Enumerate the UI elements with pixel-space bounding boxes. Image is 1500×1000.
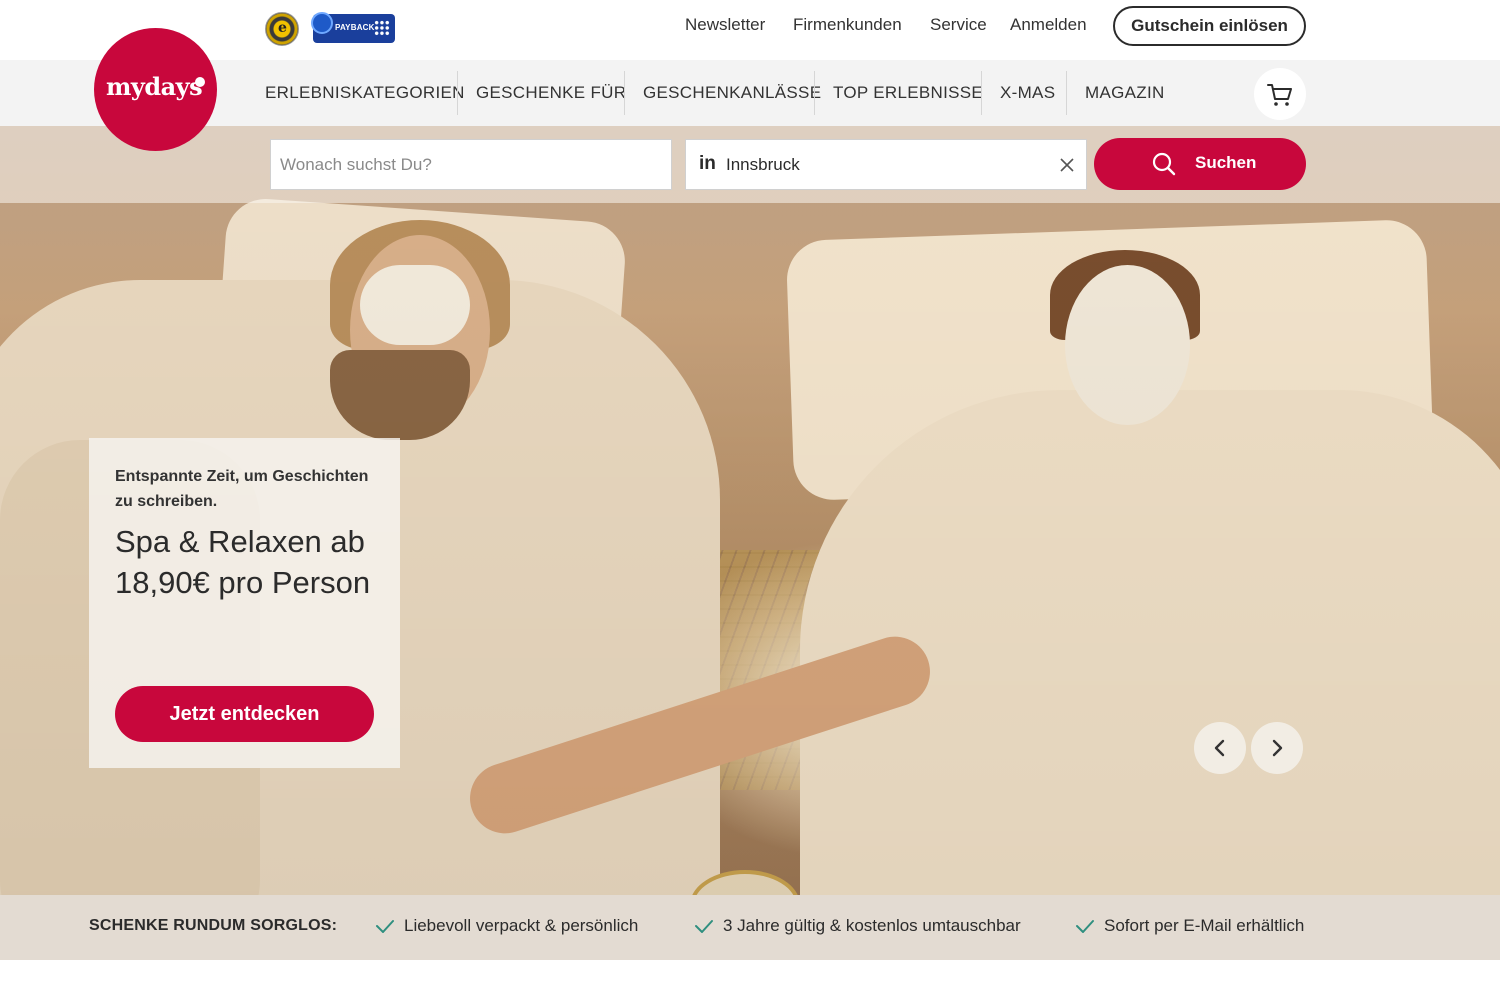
promo-headline: Spa & Relaxen ab 18,90€ pro Person: [115, 524, 371, 600]
payback-dots-icon: [374, 20, 390, 36]
nav-item-geschenkanlaesse[interactable]: GESCHENKANLÄSSE: [643, 60, 821, 126]
chevron-right-icon: [1272, 739, 1283, 757]
check-icon: [1076, 920, 1094, 933]
usp-item-label: Sofort per E-Mail erhältlich: [1104, 916, 1305, 935]
discover-now-button[interactable]: Jetzt entdecken: [115, 686, 374, 742]
utility-bar: e PAYBACK Newsletter Firmenkunden Servic…: [0, 0, 1500, 60]
usp-item: Liebevoll verpackt & persönlich: [376, 916, 639, 936]
nav-divider: [981, 71, 982, 115]
promo-eyebrow: Entspannte Zeit, um Geschichten zu schre…: [115, 468, 369, 510]
service-link[interactable]: Service: [930, 15, 987, 35]
nav-item-top-erlebnisse[interactable]: TOP ERLEBNISSE: [833, 60, 983, 126]
payback-label: PAYBACK: [335, 23, 375, 32]
logo-dot: [195, 77, 205, 87]
slider-prev-button[interactable]: [1194, 722, 1246, 774]
newsletter-link[interactable]: Newsletter: [685, 15, 765, 35]
usp-title: SCHENKE RUNDUM SORGLOS:: [89, 917, 338, 934]
nav-item-magazin[interactable]: MAGAZIN: [1085, 60, 1165, 126]
location-prefix: in: [699, 153, 716, 174]
nav-divider: [814, 71, 815, 115]
location-value: Innsbruck: [726, 155, 800, 174]
login-link[interactable]: Anmelden: [1010, 15, 1087, 35]
payback-ball-icon: [311, 12, 333, 34]
search-icon: [1152, 152, 1176, 176]
chevron-left-icon: [1214, 739, 1225, 757]
hero-promo-card: Entspannte Zeit, um Geschichten zu schre…: [89, 438, 400, 768]
nav-item-xmas[interactable]: X-MAS: [1000, 60, 1055, 126]
logo-text: mydays: [106, 72, 203, 101]
mydays-logo[interactable]: mydays: [94, 28, 217, 151]
usp-item: 3 Jahre gültig & kostenlos umtauschbar: [695, 916, 1021, 936]
check-icon: [376, 920, 394, 933]
nav-item-geschenke-fuer[interactable]: GESCHENKE FÜR: [476, 60, 626, 126]
trusted-shops-badge[interactable]: e: [265, 12, 299, 46]
usp-item-label: Liebevoll verpackt & persönlich: [404, 916, 639, 935]
payback-badge[interactable]: PAYBACK: [311, 12, 395, 43]
location-field[interactable]: in Innsbruck: [685, 139, 1087, 190]
firmenkunden-link[interactable]: Firmenkunden: [793, 15, 902, 35]
usp-item-label: 3 Jahre gültig & kostenlos umtauschbar: [723, 916, 1021, 935]
usp-bar: SCHENKE RUNDUM SORGLOS: Liebevoll verpac…: [0, 895, 1500, 960]
nav-divider: [624, 71, 625, 115]
search-button[interactable]: Suchen: [1094, 138, 1306, 190]
nav-item-erlebniskategorien[interactable]: ERLEBNISKATEGORIEN: [265, 60, 465, 126]
cart-button[interactable]: [1254, 68, 1306, 120]
search-placeholder: Wonach suchst Du?: [280, 155, 432, 174]
usp-item: Sofort per E-Mail erhältlich: [1076, 916, 1305, 936]
slider-next-button[interactable]: [1251, 722, 1303, 774]
search-input[interactable]: Wonach suchst Du?: [270, 139, 672, 190]
redeem-voucher-button[interactable]: Gutschein einlösen: [1113, 6, 1306, 46]
trusted-shops-mark: e: [278, 20, 287, 36]
search-button-label: Suchen: [1195, 153, 1257, 172]
check-icon: [695, 920, 713, 933]
close-icon[interactable]: [1058, 156, 1076, 174]
nav-divider: [1066, 71, 1067, 115]
cart-icon: [1267, 84, 1292, 106]
nav-divider: [457, 71, 458, 115]
